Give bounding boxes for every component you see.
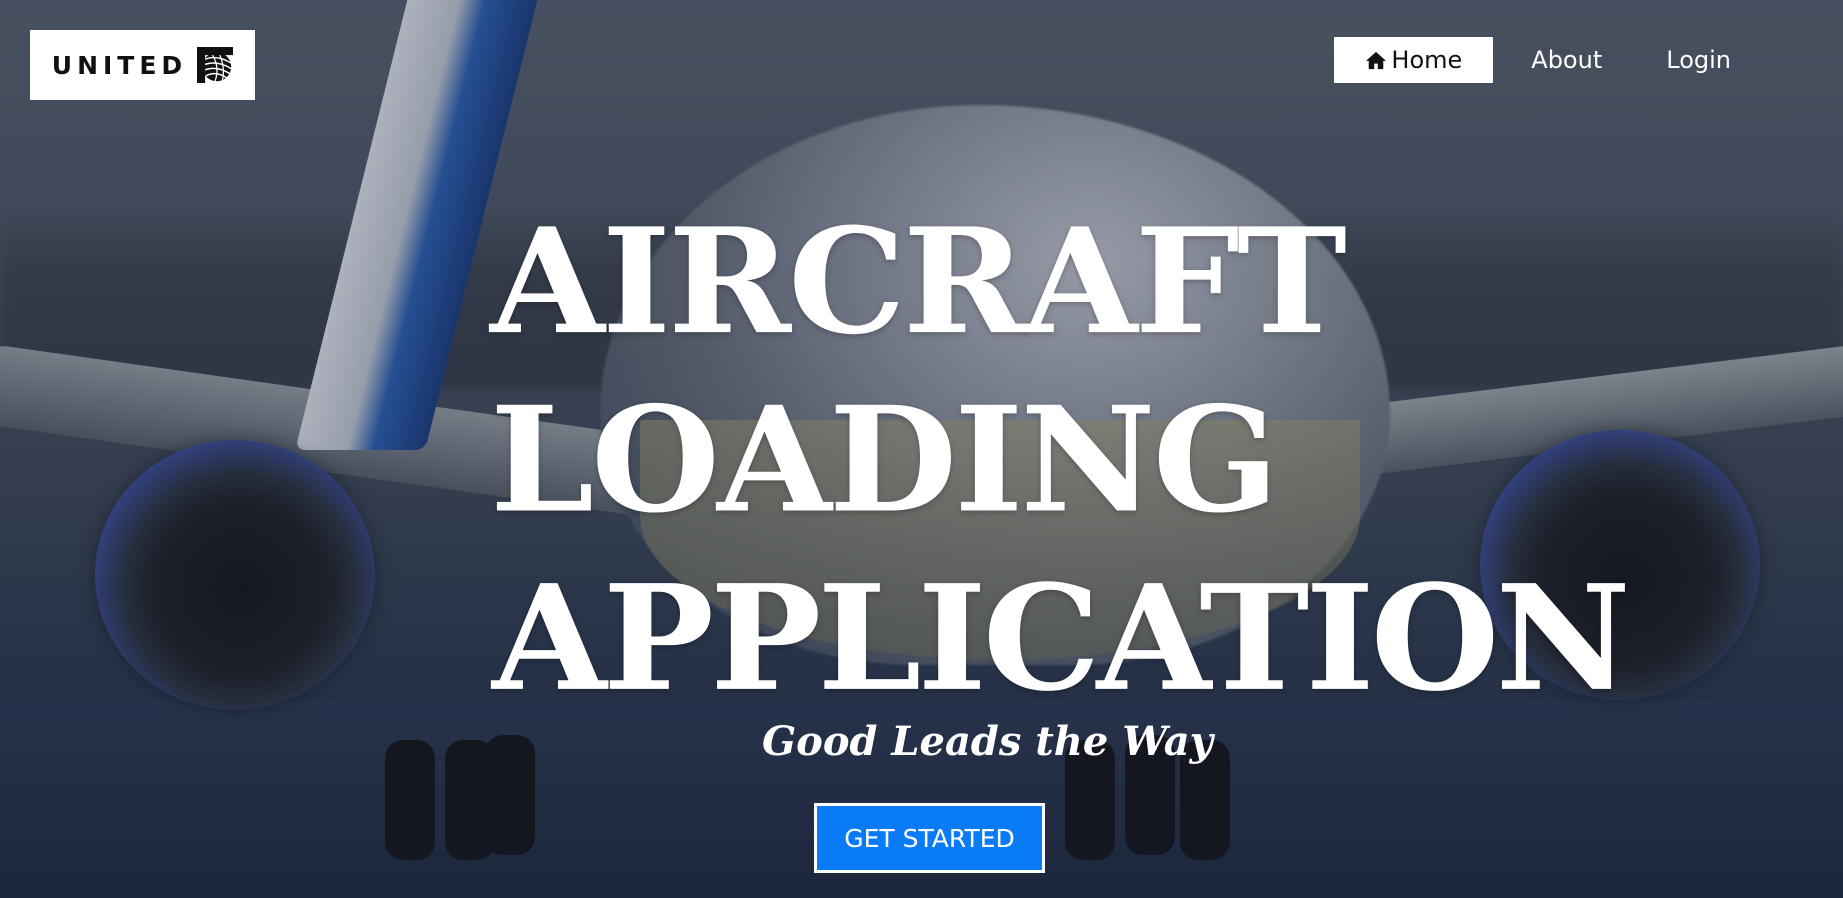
main-nav: Home About Login bbox=[1334, 37, 1763, 83]
globe-icon bbox=[197, 47, 234, 83]
landing-page: UNITED Home About Login AIRCRAFT LOADING… bbox=[0, 0, 1843, 898]
nav-about-label: About bbox=[1531, 46, 1603, 74]
brand-logo-text: UNITED bbox=[51, 50, 188, 80]
nav-login[interactable]: Login bbox=[1634, 37, 1763, 83]
get-started-button[interactable]: GET STARTED bbox=[814, 803, 1045, 873]
home-icon bbox=[1366, 51, 1387, 70]
hero-tagline: Good Leads the Way bbox=[762, 718, 1213, 765]
hero-title-line: AIRCRAFT bbox=[490, 195, 1347, 367]
nav-about[interactable]: About bbox=[1499, 37, 1634, 83]
hero-title: AIRCRAFT LOADING APPLICATION bbox=[490, 192, 1631, 727]
brand-logo[interactable]: UNITED bbox=[30, 30, 255, 100]
hero-title-line: APPLICATION bbox=[492, 552, 1631, 724]
nav-home[interactable]: Home bbox=[1334, 37, 1494, 83]
nav-login-label: Login bbox=[1666, 46, 1731, 74]
nav-home-label: Home bbox=[1391, 46, 1463, 74]
hero-title-line: LOADING bbox=[490, 374, 1279, 545]
